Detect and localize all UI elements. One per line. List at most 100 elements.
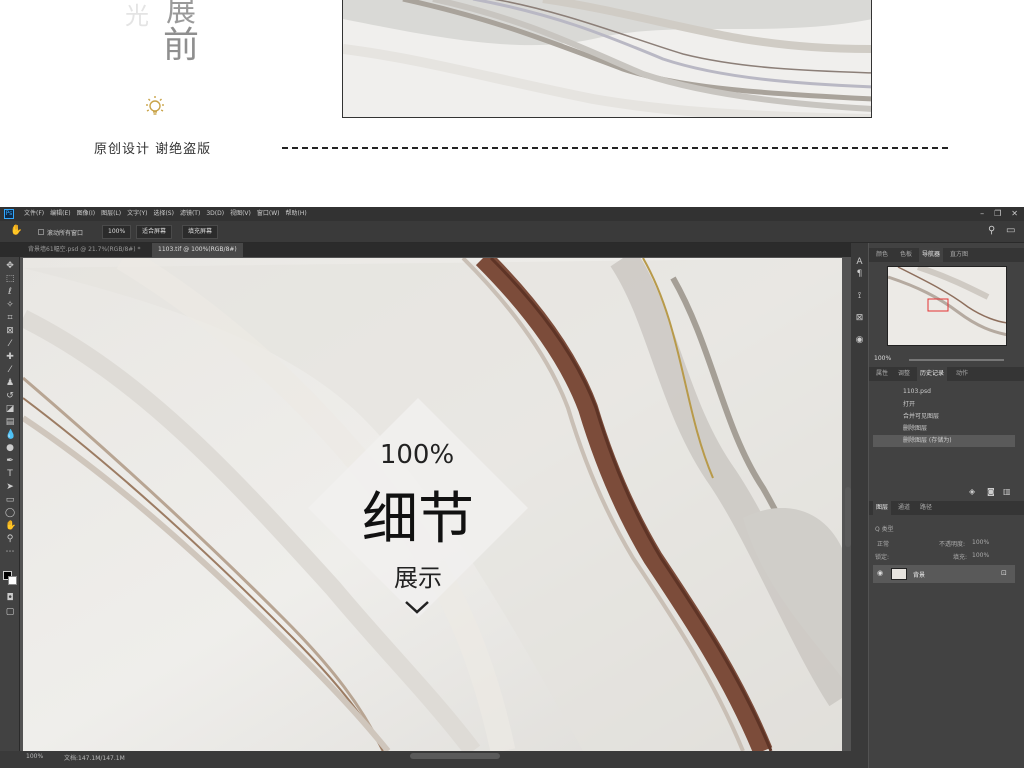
move-tool-icon[interactable]: ✥ (5, 261, 15, 271)
menu-bar: Ps 文件(F) 编辑(E) 图像(I) 图层(L) 文字(Y) 选择(S) 滤… (0, 207, 1024, 221)
healing-brush-icon[interactable]: ✚ (5, 352, 15, 362)
tab-adjustments[interactable]: 调整 (895, 367, 913, 381)
horizontal-scrollbar[interactable] (410, 753, 500, 759)
menu-type[interactable]: 文字(Y) (127, 207, 147, 221)
fill-screen-button[interactable]: 填充屏幕 (182, 225, 219, 239)
pen-tool-icon[interactable]: ✒ (5, 456, 15, 466)
camera-icon[interactable]: ◙ (987, 487, 995, 496)
brush-tool-icon[interactable]: ⁄ (5, 365, 15, 375)
tab-properties[interactable]: 属性 (873, 367, 891, 381)
fill-value[interactable]: 100% (972, 552, 989, 559)
overlay-title: 细节 (362, 487, 474, 552)
type-tool-icon[interactable]: T (5, 469, 15, 479)
menu-file[interactable]: 文件(F) (24, 207, 44, 221)
layer-name: 背景 (913, 572, 926, 579)
brush-settings-icon[interactable]: ⟟ (854, 291, 865, 302)
tab-layers[interactable]: 图层 (873, 501, 892, 515)
gradient-tool-icon[interactable]: ▤ (5, 417, 15, 427)
tab-channels[interactable]: 通道 (895, 501, 913, 515)
options-bar: ✋ 滚动所有窗口 100% 适合屏幕 填充屏幕 ⚲ ▭ (0, 221, 1024, 243)
tab-paths[interactable]: 路径 (917, 501, 935, 515)
zoom-tool-icon[interactable]: ⚲ (5, 534, 15, 544)
marquee-tool-icon[interactable]: ⬚ (5, 274, 15, 284)
lasso-tool-icon[interactable]: ℓ (5, 287, 15, 297)
navigator-tabs: 颜色 色板 导航器 直方图 (869, 248, 1024, 262)
history-brush-icon[interactable]: ↺ (5, 391, 15, 401)
trash-icon[interactable]: ▥ (1003, 487, 1011, 496)
tab-swatches[interactable]: 色板 (897, 248, 915, 262)
eraser-tool-icon[interactable]: ◪ (5, 404, 15, 414)
new-snapshot-icon[interactable]: ◈ (969, 487, 975, 496)
tab-histogram[interactable]: 直方图 (947, 248, 971, 262)
screen-mode-icon[interactable]: ▢ (5, 607, 15, 617)
menu-select[interactable]: 选择(S) (153, 207, 174, 221)
more-tools-icon[interactable]: ⋯ (5, 547, 15, 557)
tab-1103[interactable]: 1103.tif @ 100%(RGB/8#) (152, 243, 243, 257)
layer-thumbnail (891, 568, 907, 580)
tab-background-wall[interactable]: 背景墙61幅空.psd @ 21.7%(RGB/8#) * (22, 243, 147, 257)
hand-tool-icon[interactable]: ✋ (10, 225, 22, 236)
search-icon[interactable]: ⚲ (988, 225, 995, 236)
character-icon[interactable]: A (854, 257, 865, 268)
navigator-zoom: 100% (874, 355, 892, 362)
photoshop-window: Ps 文件(F) 编辑(E) 图像(I) 图层(L) 文字(Y) 选择(S) 滤… (0, 207, 1024, 768)
blur-tool-icon[interactable]: 💧 (5, 430, 16, 440)
menu-3d[interactable]: 3D(D) (206, 207, 224, 221)
dodge-tool-icon[interactable]: ● (5, 443, 15, 453)
restore-icon[interactable]: ❐ (994, 207, 1001, 221)
layer-row-background[interactable]: ◉ 背景 ⊡ (873, 565, 1015, 583)
shape-tool-icon[interactable]: ▭ (5, 495, 15, 505)
document-canvas[interactable]: 100% 细节 展示 (23, 258, 842, 751)
close-icon[interactable]: ✕ (1011, 207, 1018, 221)
navigator-zoom-slider[interactable] (909, 359, 1004, 361)
ellipse-tool-icon[interactable]: ◯ (5, 508, 15, 518)
quick-mask-icon[interactable]: ◘ (5, 593, 15, 603)
menu-help[interactable]: 帮助(H) (286, 207, 307, 221)
path-select-icon[interactable]: ➤ (5, 482, 15, 492)
workspace-icon[interactable]: ▭ (1006, 225, 1015, 236)
history-snapshot[interactable]: 1103.psd (873, 386, 1015, 398)
visibility-eye-icon[interactable]: ◉ (877, 569, 883, 577)
tab-color[interactable]: 颜色 (873, 248, 891, 262)
checkbox-icon[interactable] (38, 229, 44, 235)
magic-wand-icon[interactable]: ✧ (5, 300, 15, 310)
tab-navigator[interactable]: 导航器 (919, 248, 944, 262)
eyedropper-icon[interactable]: ⁄ (5, 339, 15, 349)
hand-tool-icon[interactable]: ✋ (5, 521, 16, 531)
color-wheel-icon[interactable]: ◉ (854, 335, 865, 346)
menu-view[interactable]: 视图(V) (230, 207, 251, 221)
tab-history[interactable]: 历史记录 (917, 367, 948, 381)
window-controls: – ❐ ✕ (980, 207, 1018, 221)
minimize-icon[interactable]: – (980, 207, 984, 221)
stamp-tool-icon[interactable]: ♟ (5, 378, 15, 388)
tab-actions[interactable]: 动作 (953, 367, 971, 381)
crop-tool-icon[interactable]: ⌗ (5, 313, 15, 323)
frame-tool-icon[interactable]: ⊠ (5, 326, 15, 336)
status-doc-size: 文档:147.1M/147.1M (64, 755, 125, 762)
history-step[interactable]: 删除图层 (存储为) (873, 435, 1015, 447)
fit-screen-button[interactable]: 适合屏幕 (136, 225, 173, 239)
blend-mode-select[interactable]: 正常 (877, 539, 889, 548)
layer-kind-filter[interactable]: Q 类型 (875, 524, 894, 533)
layers-tabs: 图层 通道 路径 (869, 501, 1024, 515)
menu-filter[interactable]: 滤镜(T) (180, 207, 200, 221)
zoom-100-button[interactable]: 100% (102, 225, 132, 239)
clone-source-icon[interactable]: ⊠ (854, 313, 865, 324)
history-step[interactable]: 合并可见图层 (873, 411, 1015, 423)
history-tabs: 属性 调整 历史记录 动作 (869, 367, 1024, 381)
menu-layer[interactable]: 图层(L) (101, 207, 121, 221)
marble-preview (342, 0, 872, 118)
history-step[interactable]: 打开 (873, 399, 1015, 411)
navigator-preview[interactable] (887, 266, 1007, 346)
menu-edit[interactable]: 编辑(E) (50, 207, 70, 221)
menu-window[interactable]: 窗口(W) (257, 207, 280, 221)
copyright-tagline: 原创设计 谢绝盗版 (94, 142, 212, 157)
menu-image[interactable]: 图像(I) (77, 207, 95, 221)
chevron-down-icon (405, 601, 429, 614)
vertical-char-light: 光 (125, 2, 149, 30)
paragraph-icon[interactable]: ¶ (854, 269, 865, 280)
history-step[interactable]: 删除图层 (873, 423, 1015, 435)
right-panels: 颜色 色板 导航器 直方图 100% 属性 调整 历史记录 动作 1103.ps… (869, 243, 1024, 768)
background-color-swatch[interactable] (8, 576, 17, 585)
opacity-value[interactable]: 100% (972, 539, 989, 546)
